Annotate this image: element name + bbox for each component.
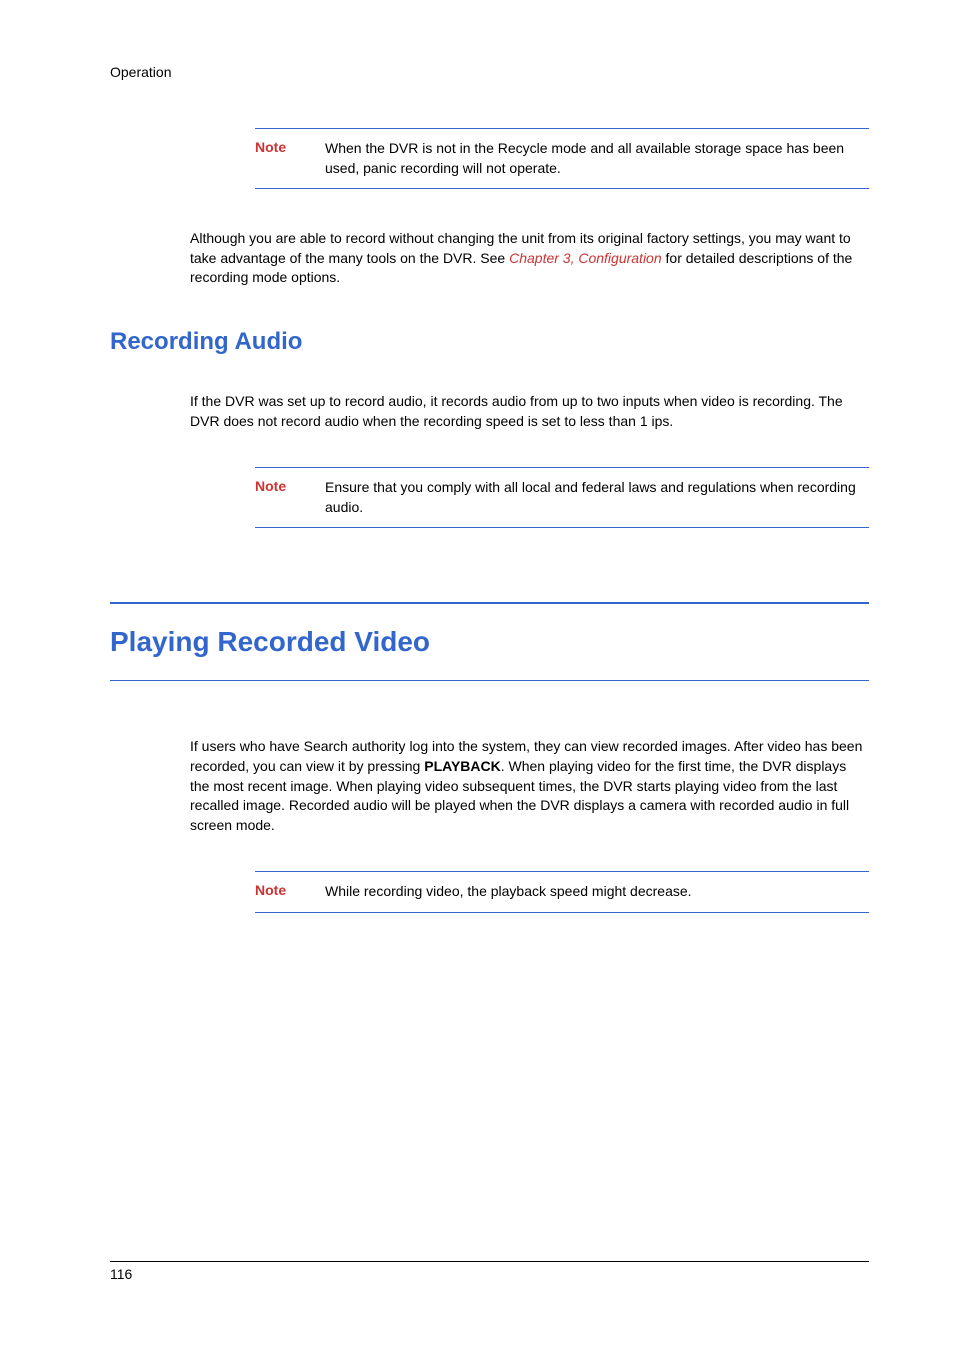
main-heading-playing-recorded-video: Playing Recorded Video — [110, 626, 869, 658]
note-label-3: Note — [255, 882, 325, 902]
note-box-1: Note When the DVR is not in the Recycle … — [255, 128, 869, 189]
para3-bold: PLAYBACK — [424, 758, 501, 774]
note-text-2: Ensure that you comply with all local an… — [325, 478, 869, 517]
main-heading-block: Playing Recorded Video — [110, 602, 869, 681]
paragraph-3: If users who have Search authority log i… — [190, 737, 869, 835]
note-box-3: Note While recording video, the playback… — [255, 871, 869, 913]
paragraph-1: Although you are able to record without … — [190, 229, 869, 288]
note-label-2: Note — [255, 478, 325, 517]
paragraph-2: If the DVR was set up to record audio, i… — [190, 392, 869, 431]
footer-line: 116 — [110, 1261, 869, 1284]
section-heading-recording-audio: Recording Audio — [110, 328, 869, 356]
header-section-label: Operation — [110, 64, 869, 80]
note-label-1: Note — [255, 139, 325, 178]
main-heading-line-bottom — [110, 680, 869, 681]
note-text-1: When the DVR is not in the Recycle mode … — [325, 139, 869, 178]
note-text-3: While recording video, the playback spee… — [325, 882, 869, 902]
page-number: 116 — [110, 1266, 132, 1282]
para1-link: Chapter 3, Configuration — [509, 250, 662, 266]
main-heading-line-top — [110, 602, 869, 604]
note-box-2: Note Ensure that you comply with all loc… — [255, 467, 869, 528]
